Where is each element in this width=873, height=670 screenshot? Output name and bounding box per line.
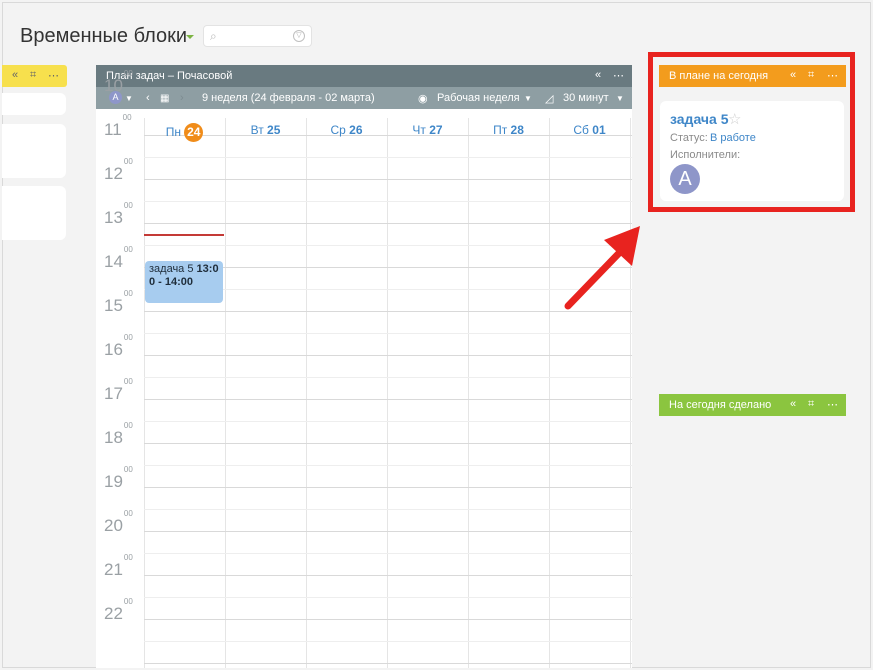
- more-icon[interactable]: ⋯: [48, 69, 59, 82]
- more-icon[interactable]: ⋯: [827, 398, 838, 411]
- view-mode-select[interactable]: Рабочая неделя: [437, 92, 520, 104]
- collapse-icon[interactable]: «: [790, 398, 796, 410]
- hour-label: 1000: [104, 69, 133, 95]
- hour-label: 2100: [104, 553, 133, 579]
- left-column-header[interactable]: « ⌗ ⋯: [2, 65, 67, 87]
- more-icon[interactable]: ⋯: [613, 69, 624, 82]
- day-header[interactable]: Пн 24: [144, 123, 225, 142]
- step-select[interactable]: 30 минут: [563, 92, 609, 104]
- day-header[interactable]: Сб 01: [549, 123, 630, 137]
- hour-line: [144, 619, 632, 620]
- focus-icon[interactable]: ⌗: [30, 69, 36, 82]
- half-hour-line: [144, 377, 632, 378]
- hour-label: 2000: [104, 509, 133, 535]
- hour-line: [144, 179, 632, 180]
- left-card[interactable]: [2, 124, 66, 178]
- calendar-grid[interactable]: 1000 1100 1200 1300 1400 1500 1600 1700 1800 1900…: [96, 69, 632, 668]
- hour-label: 1400: [104, 245, 133, 271]
- hour-label: 1100: [104, 113, 132, 139]
- eye-icon: ◉: [418, 93, 428, 105]
- calendar-panel: План задач – Почасовой « ⋯ A ▼ ‹ ▦ › 9 н…: [96, 65, 632, 668]
- half-hour-line: [144, 641, 632, 642]
- collapse-icon[interactable]: «: [595, 69, 601, 81]
- half-hour-line: [144, 509, 632, 510]
- search-input[interactable]: ⌕ ▽: [203, 25, 312, 47]
- done-today-header: На сегодня сделано « ⌗ ⋯: [659, 394, 846, 416]
- calendar-toolbar: A ▼ ‹ ▦ › 9 неделя (24 февраля - 02 март…: [96, 87, 632, 109]
- next-week-icon[interactable]: ›: [180, 92, 184, 104]
- left-card[interactable]: [2, 93, 66, 115]
- chevron-down-icon[interactable]: ▼: [524, 94, 532, 103]
- current-time-line: [144, 234, 224, 236]
- calendar-header: План задач – Почасовой « ⋯: [96, 65, 632, 87]
- day-header[interactable]: Вт 25: [225, 123, 306, 137]
- hour-label: 1200: [104, 157, 133, 183]
- calendar-event[interactable]: задача 5 13:0 0 - 14:00: [145, 261, 223, 303]
- hour-label: 1600: [104, 333, 133, 359]
- hour-line: [144, 311, 632, 312]
- half-hour-line: [144, 201, 632, 202]
- title-dropdown-icon[interactable]: [186, 35, 194, 39]
- hour-line: [144, 663, 632, 664]
- hour-line: [144, 399, 632, 400]
- day-header[interactable]: Чт 27: [387, 123, 468, 137]
- day-header[interactable]: Пт 28: [468, 123, 549, 137]
- page-title: Временные блоки: [20, 25, 188, 47]
- prev-week-icon[interactable]: ‹: [146, 92, 150, 104]
- hour-line: [144, 223, 632, 224]
- hour-label: 2200: [104, 597, 133, 623]
- half-hour-line: [144, 333, 632, 334]
- half-hour-line: [144, 597, 632, 598]
- day-header[interactable]: Ср 26: [306, 123, 387, 137]
- focus-icon[interactable]: ⌗: [808, 398, 814, 411]
- step-icon: ◿: [545, 93, 554, 105]
- week-label: 9 неделя (24 февраля - 02 марта): [202, 92, 375, 104]
- half-hour-line: [144, 245, 632, 246]
- hour-label: 1900: [104, 465, 133, 491]
- hour-line: [144, 355, 632, 356]
- left-card[interactable]: [2, 186, 66, 240]
- calendar-icon[interactable]: ▦: [160, 93, 169, 104]
- hour-line: [144, 575, 632, 576]
- hour-line: [144, 443, 632, 444]
- chevron-down-icon[interactable]: ▼: [616, 94, 624, 103]
- half-hour-line: [144, 421, 632, 422]
- hour-line: [144, 531, 632, 532]
- search-icon: ⌕: [210, 29, 217, 43]
- filter-icon[interactable]: ▽: [293, 30, 305, 42]
- done-today-title: На сегодня сделано: [669, 399, 772, 411]
- highlight-box: [648, 52, 855, 212]
- hour-label: 1800: [104, 421, 133, 447]
- half-hour-line: [144, 465, 632, 466]
- hour-line: [144, 487, 632, 488]
- half-hour-line: [144, 553, 632, 554]
- hour-label: 1300: [104, 201, 133, 227]
- half-hour-line: [144, 157, 632, 158]
- hour-label: 1700: [104, 377, 133, 403]
- hour-label: 1500: [104, 289, 133, 315]
- pointer-arrow-icon: [564, 226, 640, 310]
- collapse-icon[interactable]: «: [12, 69, 18, 81]
